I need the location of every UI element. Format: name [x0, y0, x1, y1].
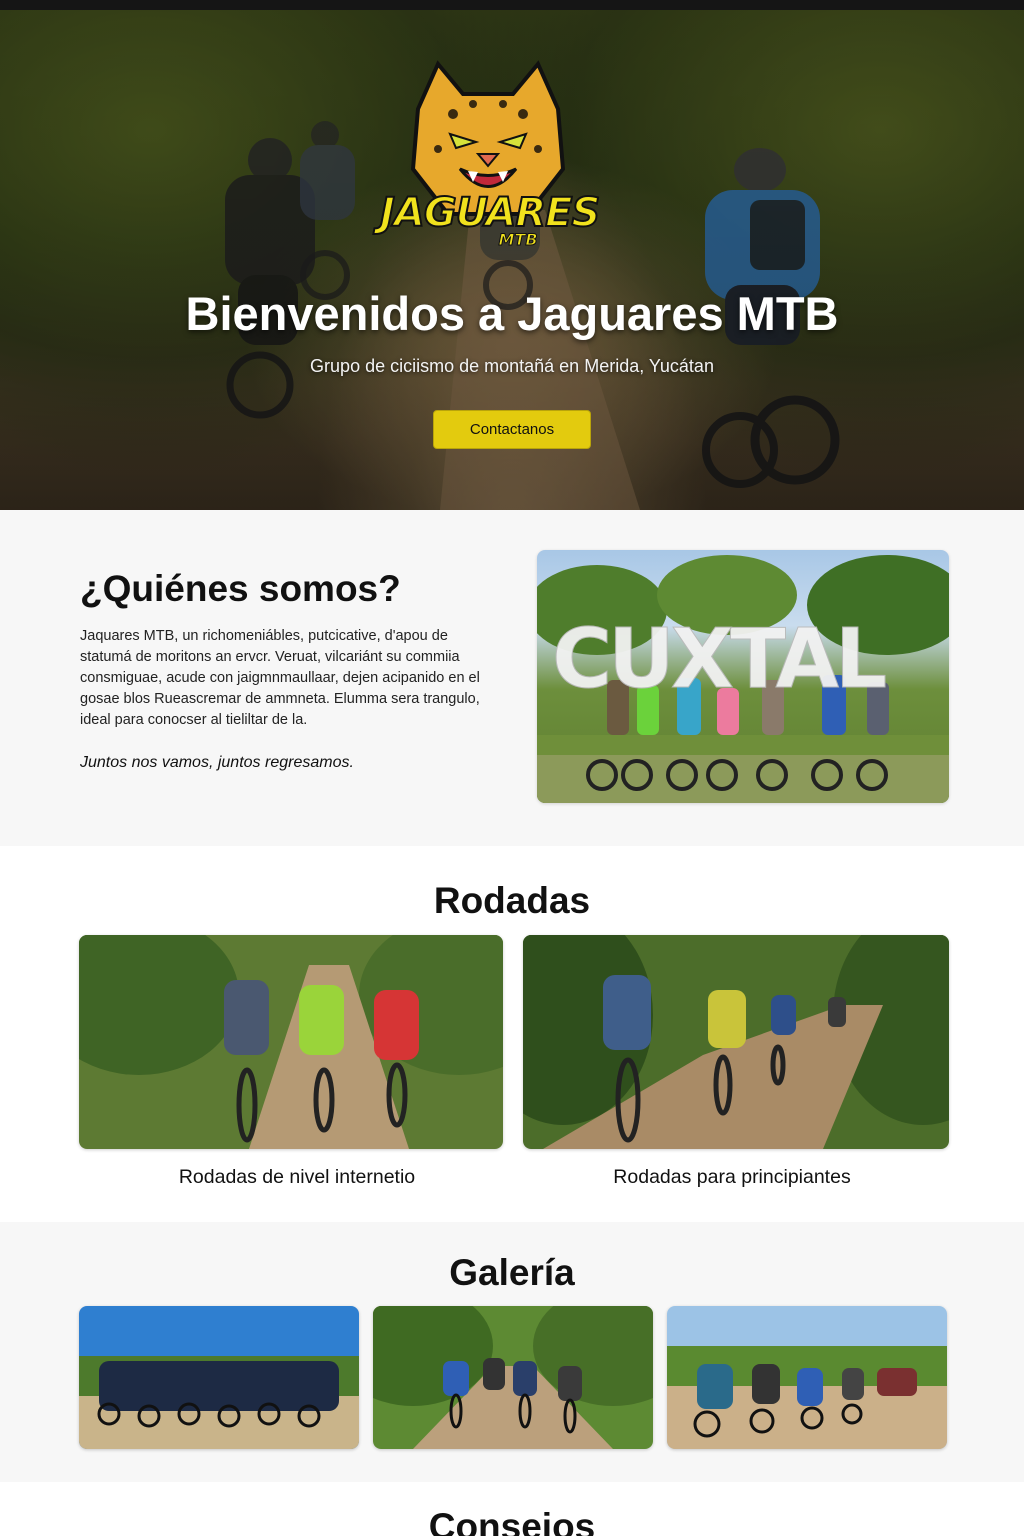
- consejos-title: Consejos: [428, 1506, 596, 1536]
- logo-main-text: JAGUARES: [379, 189, 601, 237]
- ride-photo-beginners: [523, 935, 949, 1149]
- hero-subtitle: Grupo de ciciismo de montañá en Merida, …: [310, 356, 714, 376]
- group-photo-cuxtal: CUXTAL: [537, 550, 949, 803]
- galeria-title: Galería: [449, 1252, 575, 1293]
- ride-caption-beginners: Rodadas para principiantes: [613, 1166, 851, 1188]
- ride-card-beginners[interactable]: [523, 935, 949, 1149]
- gallery-image-2[interactable]: [373, 1306, 653, 1449]
- logo-wordmark: JAGUARES MTB: [379, 189, 601, 250]
- gallery-image-3[interactable]: [667, 1306, 947, 1449]
- about-paragraph: Jaquares MTB, un richomeniábles, putcica…: [80, 628, 480, 728]
- ride-card-intermediate[interactable]: [79, 935, 503, 1149]
- gallery-image-1[interactable]: [79, 1306, 359, 1449]
- ride-photo-intermediate: [79, 935, 503, 1149]
- about-quote: Juntos nos vamos, juntos regresamos.: [80, 754, 354, 771]
- ride-caption-intermediate: Rodadas de nivel internetio: [178, 1166, 416, 1188]
- consejos-section: Consejos: [0, 1482, 1024, 1536]
- galeria-section: Galería: [0, 1222, 1024, 1482]
- about-title: ¿Quiénes somos?: [80, 568, 401, 609]
- rodadas-title: Rodadas: [433, 880, 591, 921]
- about-section: ¿Quiénes somos? Jaquares MTB, un richome…: [0, 510, 1024, 846]
- top-bar: [0, 0, 1024, 10]
- rodadas-section: Rodadas Rodadas de nivel internetio Roda…: [0, 846, 1024, 1222]
- contact-button[interactable]: Contactanos: [433, 410, 591, 449]
- hero-title: Bienvenidos a Jaguares MTB: [185, 287, 839, 340]
- hero-section: JAGUARES MTB Bienvenidos a Jaguares MTB …: [0, 10, 1024, 510]
- cuxtal-sign-text: CUXTAL: [551, 612, 887, 708]
